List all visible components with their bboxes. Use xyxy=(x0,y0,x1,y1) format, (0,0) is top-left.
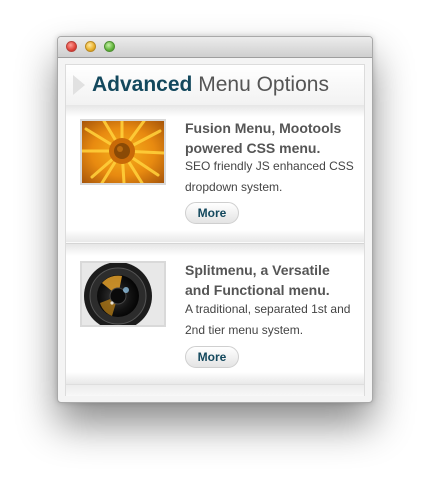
camera-lens-graphic xyxy=(82,263,164,325)
menu-item-title: Fusion Menu, Mootools powered CSS menu. xyxy=(185,120,342,156)
stage: Advanced Menu Options Fusion Menu, Mooto… xyxy=(0,0,428,480)
minimize-button[interactable] xyxy=(85,41,96,52)
page-title-rest: Menu Options xyxy=(198,73,329,96)
app-window: Advanced Menu Options Fusion Menu, Mooto… xyxy=(57,36,373,403)
more-button[interactable]: More xyxy=(185,346,239,368)
panel-header: Advanced Menu Options xyxy=(66,65,364,106)
close-button[interactable] xyxy=(66,41,77,52)
flower-image xyxy=(80,119,166,185)
window-titlebar[interactable] xyxy=(58,37,372,58)
zoom-button[interactable] xyxy=(104,41,115,52)
menu-item-title: Splitmenu, a Versatile and Functional me… xyxy=(185,262,330,298)
page-title: Advanced Menu Options xyxy=(92,71,329,99)
flower-image-graphic xyxy=(82,121,164,183)
section-divider xyxy=(66,372,364,384)
page-title-strong: Advanced xyxy=(92,73,193,96)
menu-item-fusion: Fusion Menu, Mootools powered CSS menu. … xyxy=(66,105,364,242)
menu-item-description: SEO friendly JS enhanced CSS dropdown sy… xyxy=(185,159,354,194)
menu-options-panel: Advanced Menu Options Fusion Menu, Mooto… xyxy=(65,64,365,396)
section-divider xyxy=(66,230,364,242)
menu-item-description: A traditional, separated 1st and 2nd tie… xyxy=(185,302,351,337)
panel-footer xyxy=(66,384,364,396)
camera-lens-image xyxy=(80,261,166,327)
header-arrow-icon xyxy=(73,75,85,95)
more-button[interactable]: More xyxy=(185,202,239,224)
menu-item-splitmenu: Splitmenu, a Versatile and Functional me… xyxy=(66,243,364,384)
